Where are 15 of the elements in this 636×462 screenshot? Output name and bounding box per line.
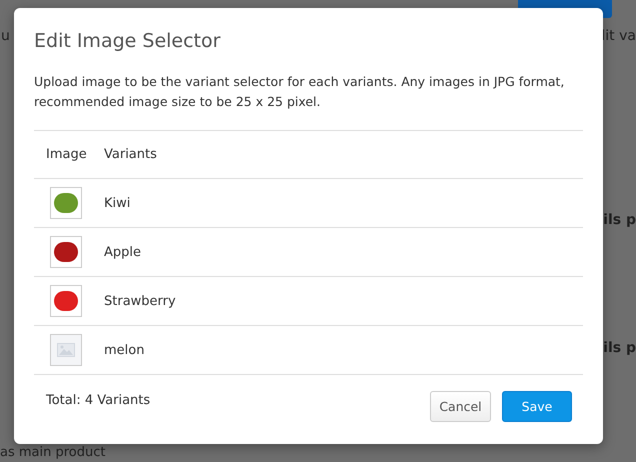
- variant-name: Kiwi: [104, 196, 130, 210]
- column-header: Image: [45, 147, 88, 162]
- page-text: ils p: [603, 212, 636, 228]
- variant-name: Strawberry: [104, 294, 176, 308]
- column-header: Variants: [104, 147, 157, 162]
- variant-total: Total: 4 Variants: [46, 393, 150, 408]
- cancel-button[interactable]: Cancel: [430, 391, 491, 422]
- dialog-title: Edit Image Selector: [34, 30, 222, 52]
- variant-name: melon: [104, 342, 144, 358]
- variant-name: Apple: [104, 244, 142, 260]
- dialog-description: Upload image to be the variant selector for each variants. Any images in JPG format, recommended image size to be 25 x 25 pixel.: [34, 73, 566, 111]
- page-text: as main product: [0, 445, 106, 461]
- page-text: ils p: [603, 340, 636, 356]
- image-placeholder-icon: [57, 343, 75, 357]
- page-text: u: [1, 28, 10, 44]
